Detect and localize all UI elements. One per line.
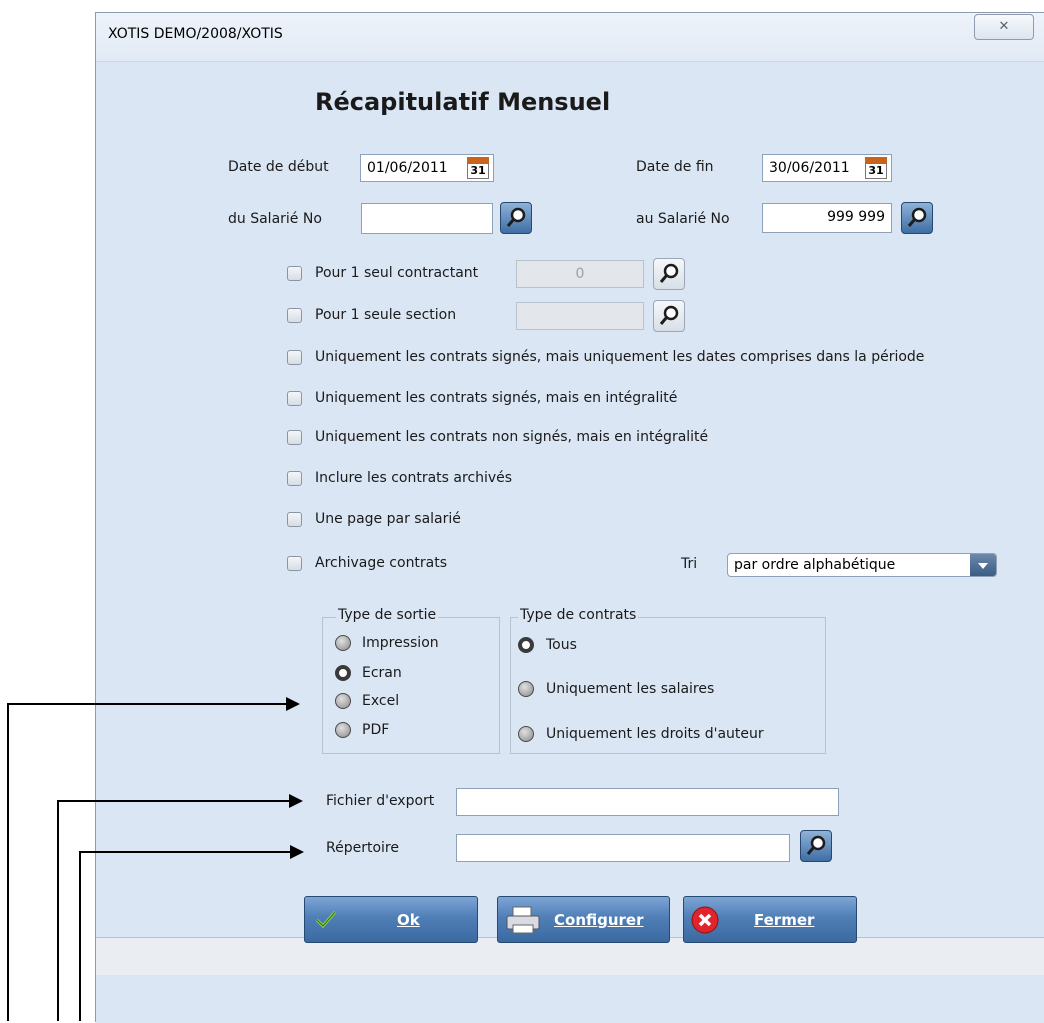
section-label: Pour 1 seule section bbox=[315, 307, 457, 323]
contrats-signes-integralite-label: Uniquement les contrats signés, mais en … bbox=[315, 390, 678, 406]
radio-pdf-label: PDF bbox=[362, 722, 390, 738]
checkmark-icon bbox=[315, 909, 337, 933]
section-checkbox[interactable] bbox=[287, 308, 302, 323]
contractant-field[interactable]: 0 bbox=[516, 260, 644, 288]
archives-label: Inclure les contrats archivés bbox=[315, 470, 513, 486]
calendar-icon[interactable]: 31 bbox=[865, 157, 887, 179]
page-par-salarie-checkbox[interactable] bbox=[287, 512, 302, 527]
search-icon[interactable] bbox=[800, 830, 832, 862]
contractant-value: 0 bbox=[575, 266, 585, 282]
contrats-signes-dates-checkbox[interactable] bbox=[287, 350, 302, 365]
contrats-non-signes-label: Uniquement les contrats non signés, mais… bbox=[315, 429, 709, 445]
date-fin-label: Date de fin bbox=[636, 159, 714, 175]
search-icon[interactable] bbox=[653, 300, 685, 332]
type-sortie-legend: Type de sortie bbox=[336, 607, 439, 623]
search-icon[interactable] bbox=[901, 202, 933, 234]
radio-tous-label: Tous bbox=[546, 637, 577, 653]
contrats-signes-integralite-checkbox[interactable] bbox=[287, 391, 302, 406]
archivage-label: Archivage contrats bbox=[315, 555, 448, 571]
salarie-from-label: du Salarié No bbox=[228, 211, 322, 227]
tri-value: par ordre alphabétique bbox=[734, 557, 896, 573]
tri-label: Tri bbox=[681, 556, 698, 572]
title-bar: XOTIS DEMO/2008/XOTIS ✕ bbox=[96, 13, 1044, 61]
repertoire-field[interactable] bbox=[456, 834, 790, 862]
radio-excel[interactable] bbox=[335, 693, 351, 709]
section-field[interactable] bbox=[516, 302, 644, 330]
calendar-icon[interactable]: 31 bbox=[467, 157, 489, 179]
configurer-button[interactable]: Configurer bbox=[497, 896, 670, 943]
contrats-signes-dates-label: Uniquement les contrats signés, mais uni… bbox=[315, 349, 925, 365]
contractant-label: Pour 1 seul contractant bbox=[315, 265, 479, 281]
printer-icon bbox=[505, 905, 541, 939]
salarie-to-value: 999 999 bbox=[827, 209, 885, 225]
date-debut-label: Date de début bbox=[228, 159, 329, 175]
repertoire-label: Répertoire bbox=[326, 840, 399, 856]
search-icon[interactable] bbox=[500, 202, 532, 234]
close-icon: ✕ bbox=[998, 19, 1010, 34]
ok-button[interactable]: Ok bbox=[304, 896, 478, 943]
contractant-checkbox[interactable] bbox=[287, 266, 302, 281]
radio-droits-auteur-label: Uniquement les droits d'auteur bbox=[546, 726, 764, 742]
window-title: XOTIS DEMO/2008/XOTIS bbox=[108, 26, 283, 42]
configurer-label: Configurer bbox=[554, 911, 644, 929]
chevron-down-icon[interactable] bbox=[970, 554, 996, 576]
page-par-salarie-label: Une page par salarié bbox=[315, 511, 461, 527]
radio-salaires[interactable] bbox=[518, 681, 534, 697]
search-icon[interactable] bbox=[653, 258, 685, 290]
salarie-to-field[interactable]: 999 999 bbox=[762, 203, 892, 233]
radio-ecran-label: Ecran bbox=[362, 665, 402, 681]
archivage-checkbox[interactable] bbox=[287, 556, 302, 571]
fermer-label: Fermer bbox=[754, 911, 815, 929]
salarie-from-field[interactable] bbox=[361, 203, 493, 234]
dialog-title: Récapitulatif Mensuel bbox=[315, 88, 611, 116]
radio-excel-label: Excel bbox=[362, 693, 400, 709]
radio-pdf[interactable] bbox=[335, 722, 351, 738]
fichier-export-field[interactable] bbox=[456, 788, 839, 816]
radio-impression[interactable] bbox=[335, 635, 351, 651]
close-icon bbox=[690, 905, 720, 939]
tri-select[interactable]: par ordre alphabétique bbox=[727, 553, 997, 577]
radio-droits-auteur[interactable] bbox=[518, 726, 534, 742]
archives-checkbox[interactable] bbox=[287, 471, 302, 486]
radio-ecran[interactable] bbox=[335, 665, 351, 681]
fichier-export-label: Fichier d'export bbox=[326, 793, 435, 809]
radio-tous[interactable] bbox=[518, 637, 534, 653]
close-button[interactable]: ✕ bbox=[974, 14, 1034, 40]
radio-salaires-label: Uniquement les salaires bbox=[546, 681, 715, 697]
salarie-to-label: au Salarié No bbox=[636, 211, 730, 227]
ok-label: Ok bbox=[397, 911, 420, 929]
contrats-non-signes-checkbox[interactable] bbox=[287, 430, 302, 445]
date-debut-value: 01/06/2011 bbox=[367, 160, 448, 176]
fermer-button[interactable]: Fermer bbox=[683, 896, 857, 943]
type-contrats-legend: Type de contrats bbox=[518, 607, 639, 623]
radio-impression-label: Impression bbox=[362, 635, 439, 651]
date-fin-value: 30/06/2011 bbox=[769, 160, 850, 176]
